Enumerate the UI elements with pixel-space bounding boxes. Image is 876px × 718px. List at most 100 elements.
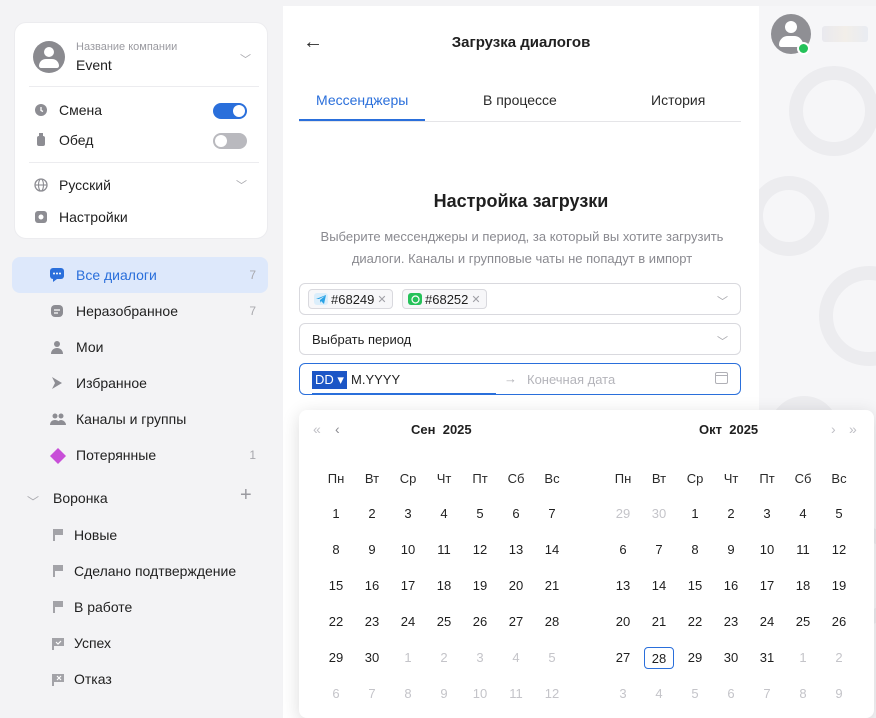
calendar-day[interactable]: 23	[716, 611, 746, 633]
calendar-day[interactable]: 9	[824, 683, 854, 705]
calendar-day[interactable]: 9	[716, 539, 746, 561]
calendar-day[interactable]: 22	[680, 611, 710, 633]
remove-chip-icon[interactable]: ✕	[471, 293, 480, 306]
calendar-day[interactable]: 5	[680, 683, 710, 705]
calendar-day[interactable]: 13	[501, 539, 531, 561]
funnel-item[interactable]: Сделано подтверждение	[52, 559, 236, 583]
date-range-input[interactable]: DD ▾ M.YYYY → Конечная дата	[299, 363, 741, 395]
calendar-day[interactable]: 10	[393, 539, 423, 561]
calendar-day[interactable]: 28	[537, 611, 567, 633]
calendar-day[interactable]: 3	[608, 683, 638, 705]
calendar-day[interactable]: 15	[680, 575, 710, 597]
calendar-day[interactable]: 11	[501, 683, 531, 705]
calendar-day[interactable]: 12	[465, 539, 495, 561]
calendar-day[interactable]: 8	[393, 683, 423, 705]
funnel-item[interactable]: Успех	[52, 631, 111, 655]
shift-toggle[interactable]	[213, 103, 247, 119]
calendar-day[interactable]: 18	[429, 575, 459, 597]
calendar-day[interactable]: 30	[357, 647, 387, 669]
calendar-day[interactable]: 18	[788, 575, 818, 597]
calendar-day[interactable]: 4	[429, 503, 459, 525]
calendar-day[interactable]: 5	[824, 503, 854, 525]
calendar-day[interactable]: 13	[608, 575, 638, 597]
left-month-header[interactable]: Сен 2025	[411, 422, 472, 437]
calendar-day[interactable]: 2	[824, 647, 854, 669]
next-year-icon[interactable]: »	[849, 421, 857, 437]
calendar-icon[interactable]	[715, 372, 728, 384]
calendar-day[interactable]: 24	[393, 611, 423, 633]
calendar-day[interactable]: 17	[393, 575, 423, 597]
calendar-day[interactable]: 19	[824, 575, 854, 597]
calendar-day[interactable]: 6	[716, 683, 746, 705]
settings-item[interactable]: Настройки	[33, 206, 128, 228]
calendar-day[interactable]: 20	[501, 575, 531, 597]
calendar-day[interactable]: 22	[321, 611, 351, 633]
calendar-day[interactable]: 7	[357, 683, 387, 705]
calendar-day[interactable]: 7	[752, 683, 782, 705]
calendar-day[interactable]: 8	[788, 683, 818, 705]
calendar-day[interactable]: 21	[537, 575, 567, 597]
calendar-day[interactable]: 8	[680, 539, 710, 561]
calendar-day[interactable]: 9	[357, 539, 387, 561]
calendar-day[interactable]: 20	[608, 611, 638, 633]
calendar-day[interactable]: 17	[752, 575, 782, 597]
messenger-select[interactable]: #68249 ✕ #68252 ✕ ﹀	[299, 283, 741, 315]
calendar-day[interactable]: 5	[465, 503, 495, 525]
calendar-day[interactable]: 1	[788, 647, 818, 669]
language-selector[interactable]: Русский	[33, 174, 111, 196]
calendar-day[interactable]: 12	[824, 539, 854, 561]
calendar-day[interactable]: 11	[788, 539, 818, 561]
funnel-item[interactable]: В работе	[52, 595, 132, 619]
calendar-day[interactable]: 9	[429, 683, 459, 705]
calendar-day[interactable]: 1	[680, 503, 710, 525]
calendar-day[interactable]: 4	[644, 683, 674, 705]
calendar-day[interactable]: 7	[644, 539, 674, 561]
calendar-day[interactable]: 11	[429, 539, 459, 561]
calendar-day[interactable]: 26	[465, 611, 495, 633]
calendar-day[interactable]: 6	[608, 539, 638, 561]
start-date-rest[interactable]: M.YYYY	[351, 372, 400, 387]
calendar-day[interactable]: 23	[357, 611, 387, 633]
calendar-day[interactable]: 26	[824, 611, 854, 633]
calendar-day[interactable]: 6	[321, 683, 351, 705]
calendar-day[interactable]: 5	[537, 647, 567, 669]
nav-all-dialogs[interactable]: Все диалоги 7	[12, 257, 268, 293]
calendar-day[interactable]: 3	[752, 503, 782, 525]
end-date-input[interactable]: Конечная дата	[527, 372, 615, 387]
calendar-day[interactable]: 29	[680, 647, 710, 669]
calendar-day[interactable]: 29	[321, 647, 351, 669]
right-month-header[interactable]: Окт 2025	[699, 422, 758, 437]
start-date-day-segment[interactable]: DD ▾	[312, 371, 347, 389]
calendar-day[interactable]: 4	[501, 647, 531, 669]
next-month-icon[interactable]: ›	[831, 421, 836, 437]
calendar-day[interactable]: 2	[429, 647, 459, 669]
calendar-day[interactable]: 30	[716, 647, 746, 669]
tab-messengers[interactable]: Мессенджеры	[316, 92, 408, 108]
calendar-day[interactable]: 3	[393, 503, 423, 525]
calendar-day[interactable]: 4	[788, 503, 818, 525]
calendar-day[interactable]: 3	[465, 647, 495, 669]
calendar-day[interactable]: 12	[537, 683, 567, 705]
add-funnel-button[interactable]: +	[240, 484, 252, 507]
nav-lost[interactable]: Потерянные 1	[12, 437, 268, 473]
calendar-day[interactable]: 27	[501, 611, 531, 633]
calendar-day[interactable]: 1	[393, 647, 423, 669]
nav-channels-groups[interactable]: Каналы и группы	[12, 401, 268, 437]
calendar-day[interactable]: 16	[357, 575, 387, 597]
calendar-day[interactable]: 29	[608, 503, 638, 525]
nav-mine[interactable]: Мои	[12, 329, 268, 365]
tab-history[interactable]: История	[651, 92, 705, 108]
calendar-day[interactable]: 15	[321, 575, 351, 597]
prev-year-icon[interactable]: «	[313, 421, 321, 437]
calendar-day[interactable]: 24	[752, 611, 782, 633]
calendar-day[interactable]: 2	[716, 503, 746, 525]
calendar-day[interactable]: 21	[644, 611, 674, 633]
calendar-day[interactable]: 10	[465, 683, 495, 705]
calendar-day[interactable]: 28	[644, 647, 674, 669]
prev-month-icon[interactable]: ‹	[335, 421, 340, 437]
calendar-day[interactable]: 25	[788, 611, 818, 633]
calendar-day[interactable]: 7	[537, 503, 567, 525]
calendar-day[interactable]: 27	[608, 647, 638, 669]
nav-unsorted[interactable]: Неразобранное 7	[12, 293, 268, 329]
company-selector[interactable]: Название компании Event ﹀	[33, 39, 253, 79]
